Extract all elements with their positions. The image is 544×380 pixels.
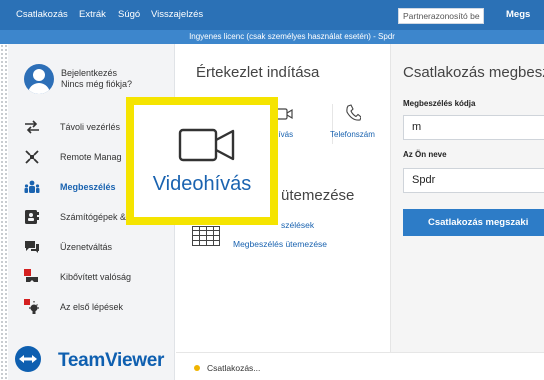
your-name-label: Az Ön neve [403, 150, 447, 159]
teamviewer-logo: TeamViewer [8, 344, 175, 380]
augmented-reality-icon [24, 269, 38, 282]
meeting-icon [24, 180, 40, 193]
sidebar-item-chat[interactable]: Üzenetváltás [8, 232, 175, 262]
join-meeting-panel: Csatlakozás megbesz Megbeszélés kódja m … [390, 44, 544, 352]
videocall-button[interactable]: Videohívás [134, 105, 270, 217]
partner-id-input[interactable]: Partnerazonosító be [398, 8, 484, 24]
license-banner: Ingyenes licenc (csak személyes használa… [0, 30, 544, 44]
sidebar-item-augmented-reality[interactable]: Kibővített valóság [8, 262, 175, 292]
sidebar-item-label: Megbeszélés [60, 182, 116, 192]
first-steps-icon [24, 299, 39, 314]
sign-in-link[interactable]: Bejelentkezés [61, 68, 117, 78]
sidebar-item-first-steps[interactable]: Az első lépések [8, 292, 175, 322]
video-camera-icon [178, 128, 235, 162]
menu-connection[interactable]: Csatlakozás [16, 9, 68, 20]
avatar-icon [24, 64, 54, 94]
sidebar-item-label: Kibővített valóság [60, 272, 132, 282]
sidebar-item-label: Üzenetváltás [60, 242, 113, 252]
meeting-code-input[interactable]: m [403, 115, 544, 140]
my-meetings-link[interactable]: szélések [281, 220, 314, 230]
schedule-meeting-heading: ütemezése [281, 187, 355, 204]
sidebar-item-label: Remote Manag [60, 152, 122, 162]
menu-extras[interactable]: Extrák [79, 9, 106, 20]
join-meeting-button[interactable]: Csatlakozás megszaki [403, 209, 544, 236]
chat-icon [25, 241, 39, 253]
sidebar-item-label: Számítógépek & [60, 212, 127, 222]
menu-help[interactable]: Súgó [118, 9, 140, 20]
phone-icon [346, 104, 361, 121]
start-meeting-title: Értekezlet indítása [196, 64, 320, 81]
page-edge-pattern [0, 44, 8, 380]
calendar-icon [192, 226, 220, 246]
join-meeting-title: Csatlakozás megbesz [403, 64, 544, 81]
arrows-icon [25, 120, 39, 134]
menu-bar: Csatlakozás Extrák Súgó Visszajelzés Par… [0, 0, 544, 30]
phone-call-label: Telefonszám [330, 130, 375, 139]
schedule-meeting-link[interactable]: Megbeszélés ütemezése [233, 239, 327, 249]
zoom-callout: Videohívás [126, 97, 278, 225]
no-account-link[interactable]: Nincs még fiókja? [61, 79, 132, 89]
your-name-input[interactable]: Spdr [403, 168, 544, 193]
sidebar-item-label: Az első lépések [60, 302, 124, 312]
connect-partner-button[interactable]: Megs [506, 9, 530, 20]
phone-call-option[interactable]: Telefonszám [330, 104, 378, 144]
videocall-label: Videohívás [152, 173, 252, 195]
profile-row[interactable]: Bejelentkezés Nincs még fiókja? [8, 62, 175, 102]
sidebar-item-label: Távoli vezérlés [60, 122, 121, 132]
meeting-code-label: Megbeszélés kódja [403, 99, 476, 108]
menu-feedback[interactable]: Visszajelzés [151, 9, 203, 20]
connection-status: Csatlakozás... [207, 363, 261, 373]
status-bar: Csatlakozás... [176, 352, 544, 380]
status-indicator-icon [194, 365, 200, 371]
computers-contacts-icon [25, 210, 39, 224]
remote-management-icon [25, 150, 39, 164]
brand-name: TeamViewer [58, 350, 165, 371]
teamviewer-logo-icon [15, 346, 41, 372]
